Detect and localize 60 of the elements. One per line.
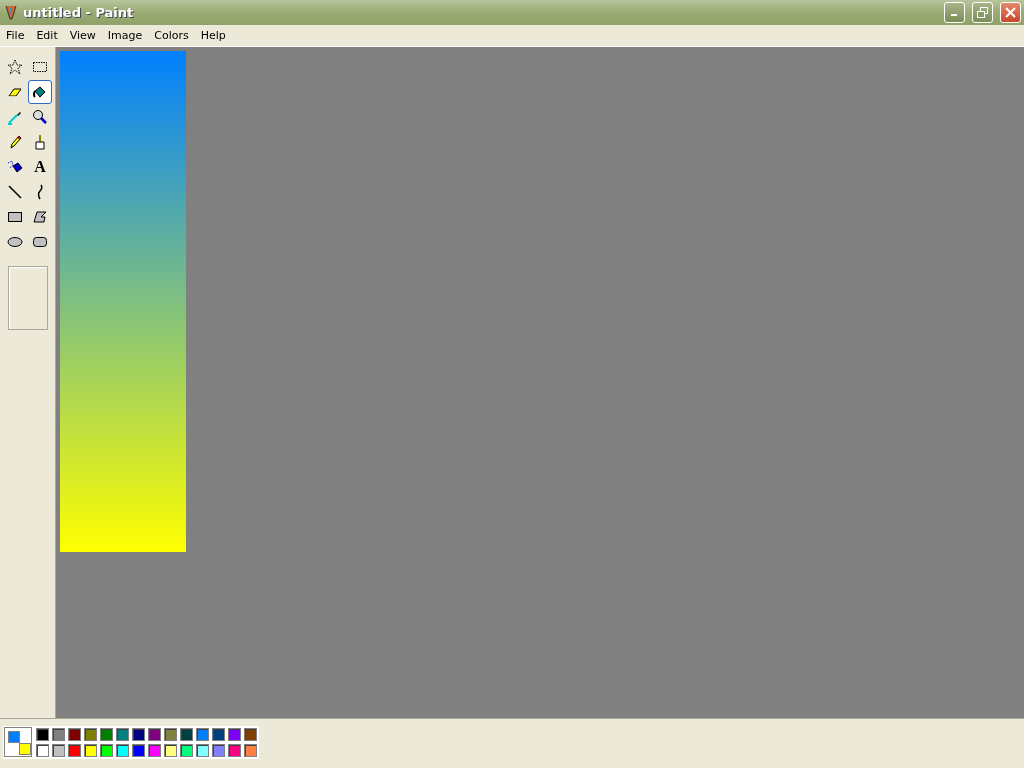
color-swatch[interactable]	[36, 728, 49, 741]
color-swatch[interactable]	[164, 744, 177, 757]
rectangle-icon	[7, 209, 23, 225]
color-swatch[interactable]	[116, 744, 129, 757]
color-swatch[interactable]	[132, 744, 145, 757]
minimize-button[interactable]	[944, 2, 965, 23]
star-selection-icon	[7, 59, 23, 75]
menu-item[interactable]: File	[0, 29, 31, 42]
tool-button[interactable]	[28, 80, 52, 104]
color-swatch[interactable]	[100, 744, 113, 757]
color-swatch[interactable]	[212, 728, 225, 741]
restore-icon	[977, 7, 988, 18]
color-swatch[interactable]	[132, 728, 145, 741]
polygon-icon	[32, 209, 48, 225]
ellipse-icon	[7, 234, 23, 250]
color-swatch[interactable]	[36, 744, 49, 757]
color-swatch[interactable]	[180, 728, 193, 741]
color-swatch[interactable]	[244, 744, 257, 757]
color-swatch[interactable]	[68, 728, 81, 741]
foreground-color[interactable]	[8, 731, 20, 743]
spray-can-icon	[7, 159, 23, 175]
color-swatch[interactable]	[228, 728, 241, 741]
menu-item[interactable]: Edit	[30, 29, 64, 42]
tool-button[interactable]: A	[28, 155, 52, 179]
menu-item[interactable]: Help	[194, 29, 232, 42]
color-swatch[interactable]	[148, 744, 161, 757]
tool-options-panel	[7, 266, 48, 330]
menu-item[interactable]: Colors	[148, 29, 195, 42]
paint-bucket-icon	[32, 84, 48, 100]
magnifier-icon	[32, 109, 48, 125]
paint-app-icon	[4, 4, 18, 21]
line-icon	[7, 184, 23, 200]
brush-icon	[32, 134, 48, 150]
color-swatch[interactable]	[148, 728, 161, 741]
color-swatch[interactable]	[244, 728, 257, 741]
background-color[interactable]	[19, 743, 31, 755]
color-swatch[interactable]	[196, 744, 209, 757]
menu-item[interactable]: Image	[101, 29, 149, 42]
color-swatch[interactable]	[196, 728, 209, 741]
close-button[interactable]	[1000, 2, 1021, 23]
color-swatch[interactable]	[116, 728, 129, 741]
window-title: untitled - Paint	[23, 5, 135, 20]
current-colors[interactable]	[4, 727, 32, 757]
rounded-rectangle-icon	[32, 234, 48, 250]
color-swatch[interactable]	[228, 744, 241, 757]
color-swatch[interactable]	[84, 744, 97, 757]
color-swatch[interactable]	[52, 728, 65, 741]
color-swatch[interactable]	[52, 744, 65, 757]
pencil-icon	[7, 134, 23, 150]
color-swatch[interactable]	[68, 744, 81, 757]
close-icon	[1005, 7, 1016, 18]
color-swatch[interactable]	[212, 744, 225, 757]
eyedropper-icon	[7, 109, 23, 125]
menu-item[interactable]: View	[63, 29, 102, 42]
color-swatch[interactable]	[100, 728, 113, 741]
color-swatch[interactable]	[164, 728, 177, 741]
restore-button[interactable]	[972, 2, 993, 23]
color-swatch[interactable]	[84, 728, 97, 741]
dashed-rectangle-icon	[32, 59, 48, 75]
color-swatch[interactable]	[180, 744, 193, 757]
